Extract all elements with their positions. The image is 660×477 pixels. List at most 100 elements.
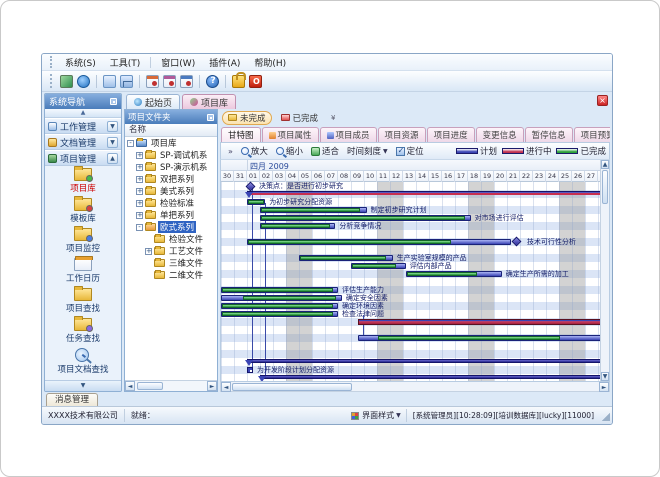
- scroll-left-icon[interactable]: ◄: [125, 381, 135, 391]
- task-bar[interactable]: [247, 199, 265, 205]
- gantt-tab-2[interactable]: 项目成员: [320, 127, 377, 142]
- task-bar[interactable]: [221, 303, 338, 309]
- task-bar[interactable]: [260, 215, 471, 221]
- summary-bar[interactable]: [247, 191, 600, 195]
- tree-node-0[interactable]: -项目库: [125, 137, 217, 149]
- menu-item-1[interactable]: 工具(T): [103, 55, 148, 70]
- task-bar[interactable]: [406, 271, 502, 277]
- collapse-icon[interactable]: -: [127, 140, 134, 147]
- task-bar[interactable]: [221, 311, 338, 317]
- milestone-square-marker[interactable]: [247, 367, 253, 373]
- tree-node-3[interactable]: +双把系列: [125, 173, 217, 185]
- expand-icon[interactable]: +: [136, 176, 143, 183]
- gantt-tab-3[interactable]: 项目资源: [378, 127, 426, 142]
- gantt-hscrollbar[interactable]: ◄ ►: [220, 382, 610, 392]
- message-manager-tab[interactable]: 消息管理: [46, 393, 98, 406]
- gantt-tab-4[interactable]: 项目进度: [427, 127, 475, 142]
- workspace-icon[interactable]: [60, 75, 73, 88]
- gantt-vscrollbar[interactable]: ▲ ▼: [600, 160, 609, 381]
- gantt-tab-6[interactable]: 暂停信息: [525, 127, 573, 142]
- filter-complete-button[interactable]: 已完成: [275, 111, 325, 125]
- calendar-clock-icon[interactable]: [180, 75, 193, 88]
- tree-node-1[interactable]: +SP-调试机系: [125, 149, 217, 161]
- pin-icon[interactable]: [207, 114, 214, 121]
- gantt-tab-5[interactable]: 变更信息: [476, 127, 524, 142]
- close-icon[interactable]: ×: [597, 95, 608, 106]
- expand-icon[interactable]: +: [136, 188, 143, 195]
- timescale-dropdown[interactable]: 时间刻度 ▼: [343, 144, 392, 158]
- tree-node-7[interactable]: -欧式系列: [125, 221, 217, 233]
- task-bar[interactable]: [299, 255, 393, 261]
- tree-node-9[interactable]: +工艺文件: [125, 245, 217, 257]
- tree-hscrollbar[interactable]: ◄ ►: [125, 380, 217, 391]
- tree-node-6[interactable]: +单把系列: [125, 209, 217, 221]
- pin-icon[interactable]: [110, 98, 117, 105]
- tree-node-10[interactable]: 三维文件: [125, 257, 217, 269]
- expand-icon[interactable]: +: [136, 212, 143, 219]
- menubar-grip[interactable]: [50, 56, 53, 67]
- lock-icon[interactable]: [232, 75, 245, 88]
- chevron-up-icon[interactable]: ▲: [107, 153, 118, 164]
- resize-grip[interactable]: [600, 409, 612, 423]
- task-bar[interactable]: [260, 223, 335, 229]
- sidebar-section-0[interactable]: 工作管理▼: [45, 118, 121, 134]
- doc-tab-0[interactable]: 起始页: [126, 94, 180, 109]
- sidebar-item-3[interactable]: 工作日历: [45, 256, 121, 286]
- globe-icon[interactable]: [77, 75, 90, 88]
- calendar-add-icon[interactable]: [146, 75, 159, 88]
- scroll-up-icon[interactable]: ▲: [601, 160, 609, 169]
- folder-open-icon[interactable]: [103, 75, 116, 88]
- sidebar-item-4[interactable]: 项目查找: [45, 286, 121, 316]
- menu-item-3[interactable]: 插件(A): [202, 55, 247, 70]
- task-bar[interactable]: [221, 287, 338, 293]
- tree-node-5[interactable]: +检验标准: [125, 197, 217, 209]
- task-bar[interactable]: [358, 335, 601, 341]
- locate-button[interactable]: 定位: [392, 144, 428, 158]
- gantt-tab-7[interactable]: 项目预算: [574, 127, 610, 142]
- zoom-in-button[interactable]: 放大: [237, 144, 272, 158]
- task-bar[interactable]: [351, 263, 406, 269]
- filter-incomplete-button[interactable]: 未完成: [222, 111, 272, 125]
- menu-item-2[interactable]: 窗口(W): [154, 55, 202, 70]
- doc-tab-1[interactable]: 项目库: [182, 94, 236, 109]
- tree-node-11[interactable]: 二维文件: [125, 269, 217, 281]
- scroll-thumb[interactable]: [232, 383, 352, 391]
- sidebar-item-5[interactable]: 任务查找: [45, 316, 121, 346]
- filter-more-button[interactable]: ¥: [331, 114, 335, 122]
- summary-bar[interactable]: [260, 375, 600, 379]
- task-bar[interactable]: [221, 295, 342, 301]
- tree-node-2[interactable]: +SP-演示机系: [125, 161, 217, 173]
- gantt-tab-1[interactable]: 项目属性: [262, 127, 319, 142]
- gantt-tab-0[interactable]: 甘特图: [221, 127, 261, 142]
- scroll-down-icon[interactable]: ▼: [601, 372, 609, 381]
- sidebar-item-1[interactable]: 模板库: [45, 196, 121, 226]
- scroll-thumb[interactable]: [137, 382, 163, 390]
- overflow-chevron-icon[interactable]: »: [228, 147, 233, 156]
- fit-button[interactable]: 适合: [307, 144, 343, 158]
- sidebar-more-button[interactable]: ▼: [45, 380, 121, 391]
- tree-column-header[interactable]: 名称: [125, 124, 217, 137]
- sidebar-item-2[interactable]: 项目监控: [45, 226, 121, 256]
- tree-node-4[interactable]: +美式系列: [125, 185, 217, 197]
- expand-icon[interactable]: +: [136, 200, 143, 207]
- sidebar-section-1[interactable]: 文档管理▼: [45, 134, 121, 150]
- collapse-icon[interactable]: -: [136, 224, 143, 231]
- help-icon[interactable]: [206, 75, 219, 88]
- menu-item-0[interactable]: 系统(S): [58, 55, 103, 70]
- expand-icon[interactable]: +: [145, 248, 152, 255]
- in-progress-bar[interactable]: [358, 319, 601, 325]
- scroll-left-icon[interactable]: ◄: [221, 382, 231, 392]
- menu-item-4[interactable]: 帮助(H): [247, 55, 293, 70]
- scroll-thumb[interactable]: [602, 170, 608, 204]
- expand-icon[interactable]: +: [136, 164, 143, 171]
- sidebar-item-6[interactable]: 项目文档查找: [45, 346, 121, 376]
- calendar-user-icon[interactable]: [163, 75, 176, 88]
- chevron-down-icon[interactable]: ▼: [107, 137, 118, 148]
- toolbar-grip[interactable]: [50, 74, 53, 88]
- scroll-right-icon[interactable]: ►: [599, 382, 609, 392]
- sidebar-collapse-button[interactable]: ▲: [45, 109, 121, 118]
- scroll-right-icon[interactable]: ►: [207, 381, 217, 391]
- folder-grid-icon[interactable]: [120, 75, 133, 88]
- sidebar-section-2[interactable]: 项目管理▲: [45, 150, 121, 166]
- tree-node-8[interactable]: 检验文件: [125, 233, 217, 245]
